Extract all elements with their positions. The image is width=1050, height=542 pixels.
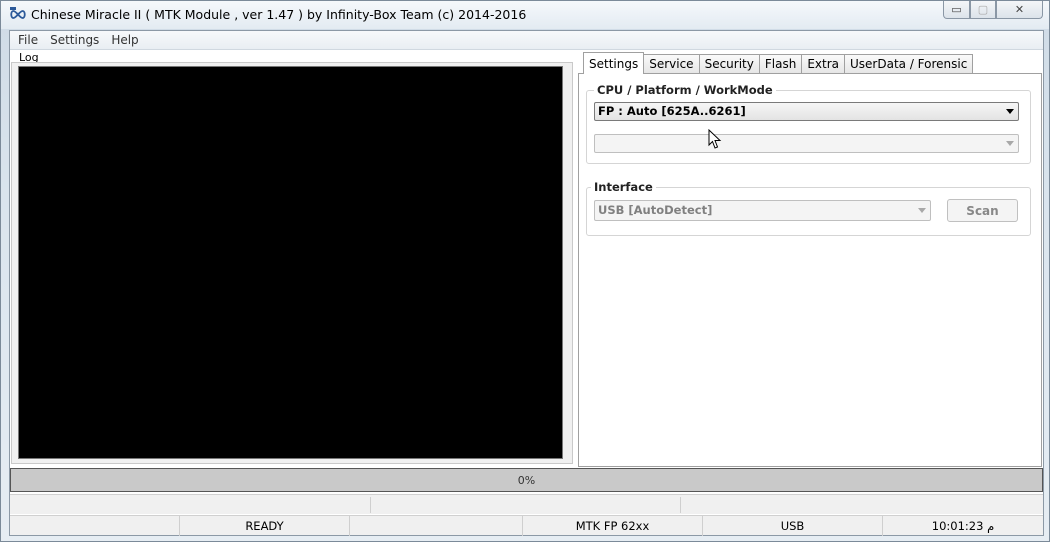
chevron-down-icon	[918, 208, 926, 213]
maximize-icon: ▢	[977, 3, 989, 16]
workmode-select[interactable]	[594, 134, 1019, 153]
menu-help[interactable]: Help	[105, 33, 144, 47]
minimize-icon: ▭	[951, 3, 962, 16]
progress-text: 0%	[517, 473, 536, 487]
status-cell-blank	[10, 516, 180, 536]
menu-file[interactable]: File	[12, 33, 44, 47]
chevron-down-icon	[1006, 109, 1014, 114]
chevron-down-icon	[1006, 141, 1014, 146]
status-bar: READY MTK FP 62xx USB 10:01:23 م	[10, 515, 1043, 536]
status-bar-upper	[10, 494, 1043, 514]
close-button[interactable]: ✕	[996, 1, 1043, 19]
menu-settings[interactable]: Settings	[44, 33, 105, 47]
interface-select[interactable]: USB [AutoDetect]	[594, 200, 931, 221]
log-output[interactable]	[18, 66, 563, 459]
tab-flash[interactable]: Flash	[758, 54, 803, 73]
minimize-button[interactable]: ▭	[943, 1, 970, 19]
tab-userdata-forensic[interactable]: UserData / Forensic	[844, 54, 974, 73]
platform-select-value: FP : Auto [625A..6261]	[598, 104, 746, 118]
scan-button[interactable]: Scan	[947, 199, 1018, 222]
window-title: Chinese Miracle II ( MTK Module , ver 1.…	[31, 7, 527, 22]
interface-select-value: USB [AutoDetect]	[598, 203, 713, 217]
mouse-cursor-icon	[708, 129, 722, 149]
status-cell-empty	[350, 516, 523, 536]
title-bar: Chinese Miracle II ( MTK Module , ver 1.…	[1, 1, 1049, 29]
client-area: File Settings Help Log Settings Service …	[9, 30, 1044, 536]
menu-bar: File Settings Help	[10, 31, 1043, 50]
main-window: Chinese Miracle II ( MTK Module , ver 1.…	[0, 0, 1050, 542]
interface-group-title: Interface	[591, 180, 656, 194]
status-separator	[370, 497, 371, 513]
cpu-platform-group-title: CPU / Platform / WorkMode	[594, 83, 776, 97]
settings-panel: CPU / Platform / WorkMode FP : Auto [625…	[578, 73, 1042, 467]
close-icon: ✕	[1014, 3, 1025, 16]
platform-select[interactable]: FP : Auto [625A..6261]	[594, 102, 1019, 121]
infinity-logo-icon	[10, 7, 26, 19]
tab-settings[interactable]: Settings	[583, 52, 645, 74]
status-ready: READY	[180, 516, 350, 536]
status-platform: MTK FP 62xx	[523, 516, 703, 536]
tab-security[interactable]: Security	[698, 54, 760, 73]
status-time: 10:01:23 م	[931, 519, 995, 533]
tab-strip: Settings Service Security Flash Extra Us…	[583, 51, 974, 74]
tab-service[interactable]: Service	[643, 54, 700, 73]
status-interface: USB	[703, 516, 883, 536]
progress-bar: 0%	[10, 468, 1043, 492]
maximize-button[interactable]: ▢	[970, 1, 996, 19]
status-separator	[680, 497, 681, 513]
tab-extra[interactable]: Extra	[801, 54, 845, 73]
